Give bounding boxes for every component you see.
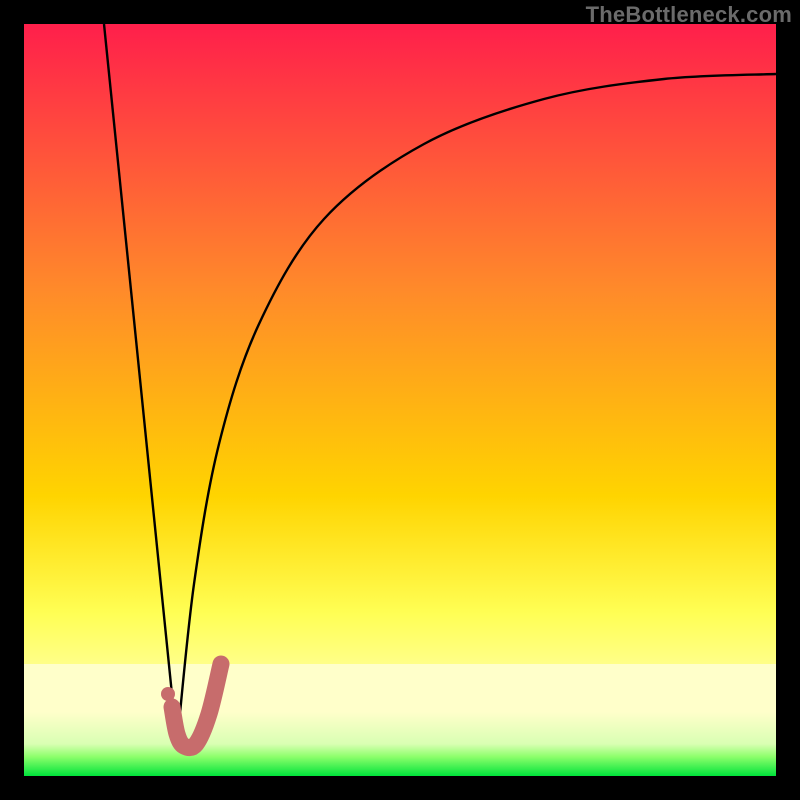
plot-area [24,24,776,776]
curve-svg [24,24,776,776]
curve-right [177,74,776,744]
marker-dot [161,687,175,701]
outer-frame: TheBottleneck.com [0,0,800,800]
curve-left-line [104,24,177,744]
marker-j-stroke [172,664,221,748]
